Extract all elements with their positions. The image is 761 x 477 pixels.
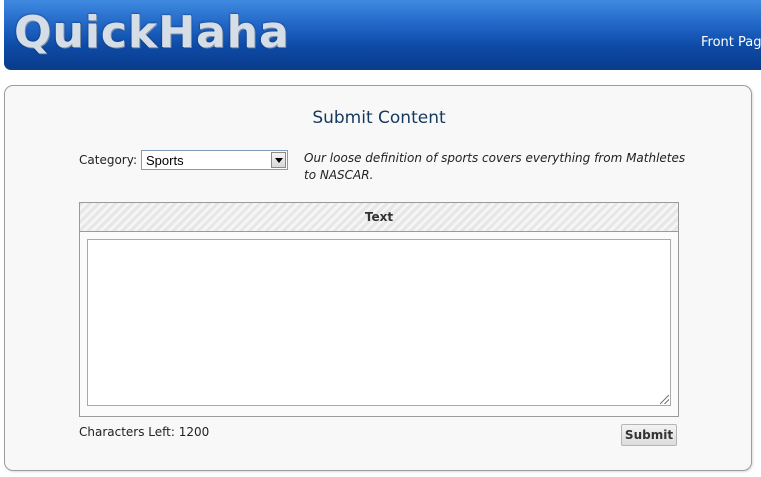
site-logo[interactable]: QuickHaha: [14, 2, 290, 64]
chevron-down-icon[interactable]: [271, 152, 286, 168]
characters-left: Characters Left: 1200: [79, 425, 209, 439]
text-section-header: Text: [80, 203, 678, 232]
characters-left-label: Characters Left:: [79, 425, 175, 439]
nav-link-front-page[interactable]: Front Page: [701, 35, 761, 50]
characters-left-value: 1200: [178, 425, 210, 439]
category-label: Category:: [79, 153, 137, 167]
category-select[interactable]: Sports: [141, 150, 288, 170]
text-section: Text: [79, 202, 679, 417]
submit-content-panel: Submit Content Category: Sports Our loos…: [4, 85, 752, 471]
category-select-value: Sports: [146, 153, 184, 168]
resize-grip-icon[interactable]: [660, 395, 669, 404]
submit-button[interactable]: Submit: [621, 424, 677, 446]
content-textarea[interactable]: [87, 239, 671, 406]
page-title: Submit Content: [312, 108, 446, 128]
category-description: Our loose definition of sports covers ev…: [304, 151, 686, 182]
site-header: QuickHaha Front Page: [4, 0, 761, 70]
